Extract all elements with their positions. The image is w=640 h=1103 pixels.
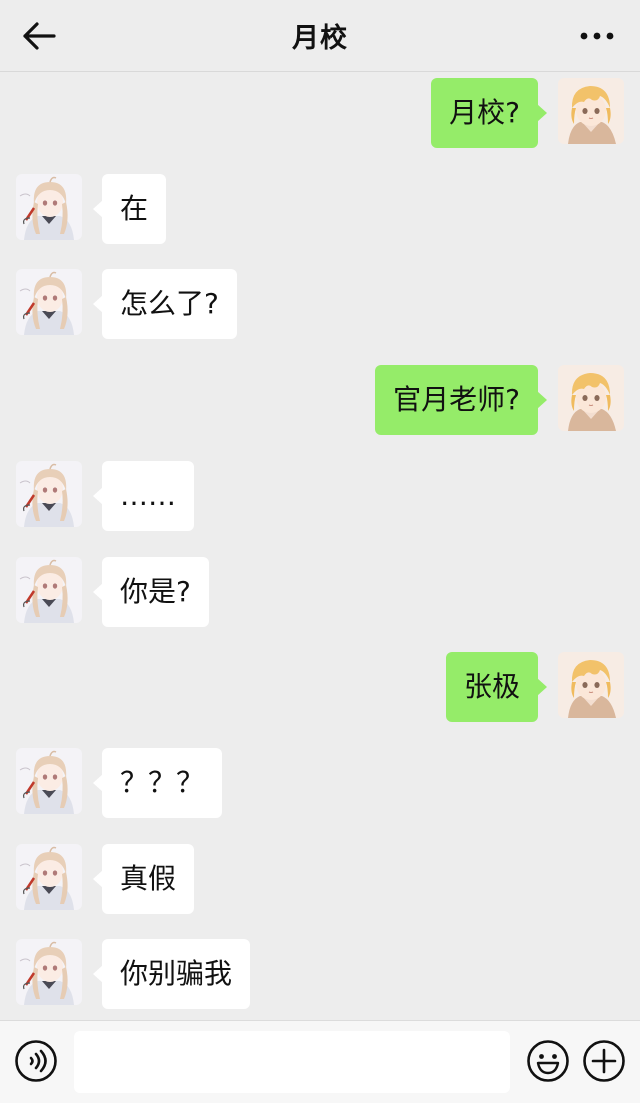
avatar-self[interactable] — [558, 652, 624, 718]
avatar-other[interactable] — [16, 461, 82, 527]
avatar-self[interactable] — [558, 78, 624, 144]
message-bubble[interactable]: 你别骗我 — [92, 939, 251, 1009]
chat-screen: 月校 月校? 在 怎么了? 官月老师? …… 你是? 张极 ？？？ 真假 你别骗… — [0, 0, 640, 1103]
arrow-left-icon — [23, 22, 56, 50]
avatar-other[interactable] — [16, 269, 82, 335]
message-bubble[interactable]: 怎么了? — [93, 269, 237, 339]
avatar-image — [16, 461, 82, 527]
more-dots-icon — [580, 32, 614, 40]
chat-header: 月校 — [0, 0, 640, 72]
message-row: 官月老师? — [0, 365, 640, 439]
avatar-other[interactable] — [16, 557, 82, 623]
avatar-other[interactable] — [16, 844, 82, 910]
avatar-image — [16, 557, 82, 623]
message-row: ？？？ — [0, 748, 640, 822]
voice-button[interactable] — [14, 1039, 58, 1083]
plus-circle-icon — [583, 1040, 625, 1082]
message-bubble[interactable]: 张极 — [445, 652, 548, 722]
message-bubble[interactable]: …… — [93, 461, 194, 531]
avatar-image — [558, 652, 624, 718]
avatar-image — [558, 365, 624, 431]
emoji-icon — [527, 1040, 569, 1082]
message-row: …… — [0, 461, 640, 535]
back-button[interactable] — [22, 18, 62, 54]
avatar-other[interactable] — [16, 939, 82, 1005]
avatar-other[interactable] — [16, 174, 82, 240]
message-bubble[interactable]: 在 — [92, 174, 167, 244]
message-bubble[interactable]: 真假 — [92, 844, 195, 914]
message-row: 张极 — [0, 652, 640, 726]
emoji-button[interactable] — [526, 1039, 570, 1083]
message-input[interactable] — [74, 1031, 510, 1093]
avatar-image — [16, 748, 82, 814]
avatar-image — [16, 844, 82, 910]
voice-icon — [15, 1040, 57, 1082]
message-bubble[interactable]: 你是? — [93, 557, 209, 627]
message-row: 真假 — [0, 844, 640, 918]
message-row: 月校? — [0, 78, 640, 152]
input-bar — [0, 1020, 640, 1103]
avatar-other[interactable] — [16, 748, 82, 814]
message-row: 你别骗我 — [0, 939, 640, 1013]
avatar-image — [16, 269, 82, 335]
avatar-image — [16, 174, 82, 240]
avatar-image — [558, 78, 624, 144]
message-bubble[interactable]: ？？？ — [92, 748, 223, 818]
message-row: 怎么了? — [0, 269, 640, 343]
message-row: 你是? — [0, 557, 640, 631]
chat-title: 月校 — [292, 23, 348, 54]
message-row: 在 — [0, 174, 640, 248]
more-button[interactable] — [578, 24, 614, 48]
plus-button[interactable] — [582, 1039, 626, 1083]
message-bubble[interactable]: 官月老师? — [375, 365, 547, 435]
avatar-image — [16, 939, 82, 1005]
avatar-self[interactable] — [558, 365, 624, 431]
message-bubble[interactable]: 月校? — [431, 78, 547, 148]
